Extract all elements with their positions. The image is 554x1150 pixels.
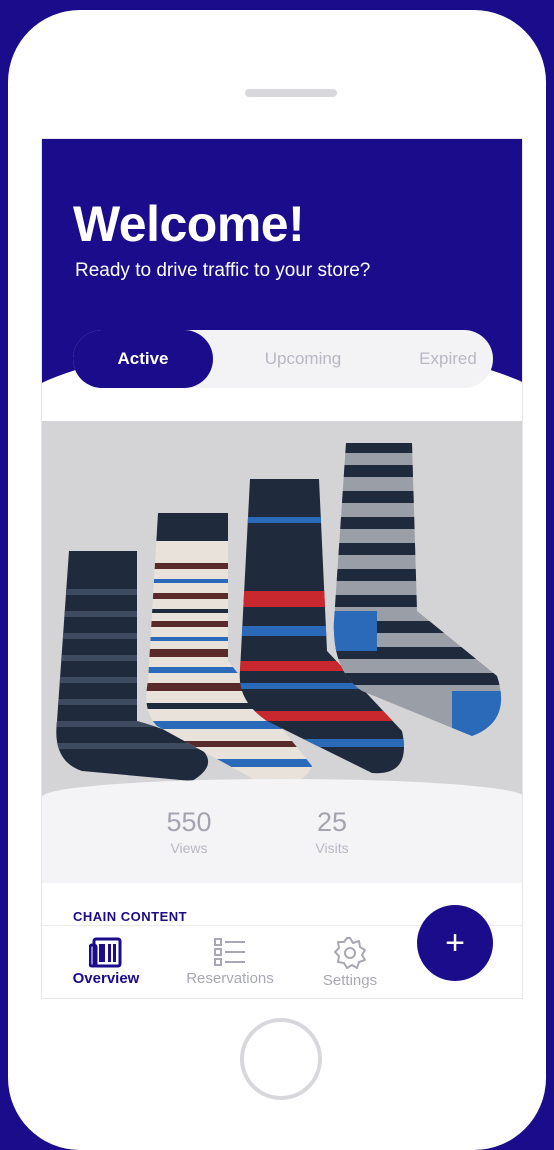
views-stat: 550 Views: [154, 807, 224, 856]
socks-illustration: [56, 443, 502, 784]
nav-item-reservations[interactable]: Reservations: [180, 936, 280, 987]
views-label: Views: [170, 840, 208, 856]
tab-expired[interactable]: Expired: [388, 330, 508, 388]
nav-item-settings[interactable]: Settings: [310, 936, 390, 989]
speaker-slot: [245, 89, 337, 97]
add-button[interactable]: +: [417, 905, 493, 981]
nav-label-settings: Settings: [322, 972, 378, 989]
nav-label-reservations: Reservations: [186, 970, 274, 987]
newspaper-icon: [89, 937, 122, 968]
stats-panel: 550 Views 25 Visits: [42, 779, 522, 883]
tab-active[interactable]: Active: [73, 330, 213, 388]
product-image[interactable]: [42, 421, 522, 801]
nav-label-overview: Overview: [72, 970, 140, 987]
views-count: 550: [166, 807, 212, 837]
list-icon: [214, 938, 245, 966]
visits-stat: 25 Visits: [297, 807, 367, 856]
visits-count: 25: [316, 807, 348, 837]
tab-upcoming[interactable]: Upcoming: [243, 330, 363, 388]
nav-item-overview[interactable]: Overview: [68, 936, 144, 987]
app-screen: Welcome! Ready to drive traffic to your …: [41, 138, 523, 999]
visits-label: Visits: [315, 840, 349, 856]
page-title: Welcome!: [73, 196, 305, 252]
home-button[interactable]: [240, 1018, 322, 1100]
page-subtitle: Ready to drive traffic to your store?: [75, 260, 371, 281]
gear-icon: [334, 937, 366, 969]
status-tabs: Upcoming Expired Active: [73, 330, 493, 388]
section-heading: CHAIN CONTENT: [73, 909, 188, 924]
